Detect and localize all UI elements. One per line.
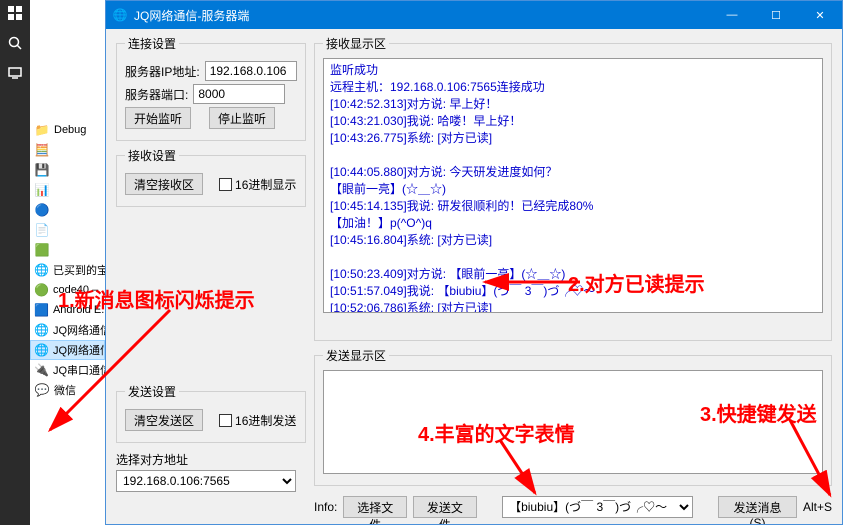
calc-icon: 🧮 [34, 142, 50, 158]
log-line: [10:42:52.313]对方说: 早上好！ [330, 96, 816, 113]
log-line: 监听成功 [330, 62, 816, 79]
windows-icon[interactable] [6, 4, 24, 22]
note-icon: 📄 [34, 222, 50, 238]
jq-net-icon-2: 🌐 [34, 342, 49, 358]
log-line [330, 249, 816, 266]
clear-send-button[interactable]: 清空发送区 [125, 409, 203, 431]
send-file-button[interactable]: 发送文件 [413, 496, 477, 518]
log-line: [10:44:05.880]对方说: 今天研发进度如何？ [330, 164, 816, 181]
target-label: 选择对方地址 [116, 451, 306, 468]
send-message-button[interactable]: 发送消息(S) [718, 496, 797, 518]
recv-display-area: 接收显示区 监听成功远程主机：192.168.0.106:7565连接成功[10… [314, 35, 832, 341]
recv-hex-checkbox[interactable]: 16进制显示 [219, 176, 296, 193]
folder-icon: 📁 [34, 122, 50, 138]
list-item-label: Android E... [53, 304, 105, 316]
send-display-area: 发送显示区 [314, 347, 832, 486]
list-item[interactable]: 🌐JQ网络通信... [30, 340, 105, 360]
list-item[interactable]: 💬微信 [30, 380, 105, 400]
log-line: [10:45:14.135]我说: 研发很顺利的！已经完成80% [330, 198, 816, 215]
wechat-icon: 💬 [34, 382, 50, 398]
list-item-label: 微信 [54, 382, 76, 398]
android-icon: 🟢 [34, 282, 49, 298]
jq-net-icon: 🌐 [34, 322, 49, 338]
hotkey-label: Alt+S [803, 500, 832, 514]
maximize-button[interactable]: ☐ [754, 1, 798, 29]
list-item-label: code40 – ... [53, 284, 105, 296]
app-icon: 🔵 [34, 202, 50, 218]
ip-label: 服务器IP地址: [125, 63, 200, 80]
taskview-icon[interactable] [6, 64, 24, 82]
port-input[interactable] [193, 84, 285, 104]
send-area-legend: 发送显示区 [323, 347, 389, 364]
log-line: 【加油！】p(^O^)q [330, 215, 816, 232]
bottom-bar: Info: 选择文件 发送文件 【biubiu】(づ￣ 3￣)づ╭♡～ 发送消息… [314, 492, 832, 524]
window-title: JQ网络通信-服务器端 [134, 7, 249, 24]
list-item[interactable]: 🟦 Android E... [30, 300, 105, 320]
log-line: 【眼前一亮】(☆＿☆) [330, 181, 816, 198]
save-icon: 💾 [34, 162, 50, 178]
info-label: Info: [314, 500, 337, 514]
list-item[interactable]: 📁 Debug [30, 120, 105, 140]
list-item-label: JQ网络通信... [53, 322, 105, 338]
log-line [330, 147, 816, 164]
log-line: [10:43:26.775]系统: [对方已读] [330, 130, 816, 147]
log-line: [10:50:23.409]对方说: 【眼前一亮】(☆＿☆) [330, 266, 816, 283]
list-item[interactable]: 🔌JQ串口通信 [30, 360, 105, 380]
list-item-label: 已买到的宝... [53, 262, 105, 278]
send-settings-legend: 发送设置 [125, 383, 179, 400]
app-icon: 🌐 [112, 7, 128, 23]
jq-serial-icon: 🔌 [34, 362, 49, 378]
search-icon[interactable] [6, 34, 24, 52]
green-app-icon: 🟩 [34, 242, 50, 258]
minimize-button[interactable]: — [710, 1, 754, 29]
choose-file-button[interactable]: 选择文件 [343, 496, 407, 518]
send-textarea[interactable] [323, 370, 823, 474]
log-line: 远程主机：192.168.0.106:7565连接成功 [330, 79, 816, 96]
list-item[interactable]: 🟢 code40 – ... [30, 280, 105, 300]
emoji-select[interactable]: 【biubiu】(づ￣ 3￣)づ╭♡～ [502, 496, 693, 518]
clear-recv-button[interactable]: 清空接收区 [125, 173, 203, 195]
recv-settings: 接收设置 清空接收区 16进制显示 [116, 147, 306, 207]
close-button[interactable]: ✕ [798, 1, 842, 29]
taskbar [0, 0, 30, 525]
chrome-icon: 🌐 [34, 262, 49, 278]
recv-log[interactable]: 监听成功远程主机：192.168.0.106:7565连接成功[10:42:52… [323, 58, 823, 313]
recv-area-legend: 接收显示区 [323, 35, 389, 52]
log-line: [10:51:57.049]我说: 【biubiu】(づ￣ 3￣)づ╭♡～ [330, 283, 816, 300]
list-item[interactable]: 📊 [30, 180, 105, 200]
start-listen-button[interactable]: 开始监听 [125, 107, 191, 129]
recv-settings-legend: 接收设置 [125, 147, 179, 164]
titlebar[interactable]: 🌐 JQ网络通信-服务器端 — ☐ ✕ [106, 1, 842, 29]
list-item[interactable]: 🟩 [30, 240, 105, 260]
target-address-select[interactable]: 192.168.0.106:7565 [116, 470, 296, 492]
android-studio-icon: 🟦 [34, 302, 49, 318]
log-line: [10:52:06.786]系统: [对方已读] [330, 300, 816, 313]
excel-icon: 📊 [34, 182, 50, 198]
ip-input[interactable] [205, 61, 297, 81]
list-item[interactable]: 🧮 [30, 140, 105, 160]
app-window: 🌐 JQ网络通信-服务器端 — ☐ ✕ 连接设置 服务器IP地址: 服务器端口:… [105, 0, 843, 525]
send-hex-checkbox[interactable]: 16进制发送 [219, 412, 296, 429]
port-label: 服务器端口: [125, 86, 188, 103]
stop-listen-button[interactable]: 停止监听 [209, 107, 275, 129]
list-item[interactable]: 🔵 [30, 200, 105, 220]
list-item-label: JQ串口通信 [53, 362, 105, 378]
window-controls: — ☐ ✕ [710, 1, 842, 29]
list-item-label: JQ网络通信... [53, 342, 105, 358]
list-item[interactable]: 📄 [30, 220, 105, 240]
conn-legend: 连接设置 [125, 35, 179, 52]
connection-settings: 连接设置 服务器IP地址: 服务器端口: 开始监听 停止监听 [116, 35, 306, 141]
list-item[interactable]: 💾 [30, 160, 105, 180]
running-apps-list: 📁Debug🧮💾📊🔵📄🟩🌐已买到的宝...🟢code40 – ...🟦Andro… [30, 0, 105, 525]
list-item-label: Debug [54, 124, 86, 136]
log-line: [10:45:16.804]系统: [对方已读] [330, 232, 816, 249]
list-item[interactable]: 🌐JQ网络通信... [30, 320, 105, 340]
send-settings: 发送设置 清空发送区 16进制发送 [116, 383, 306, 443]
list-item[interactable]: 🌐已买到的宝... [30, 260, 105, 280]
log-line: [10:43:21.030]我说: 哈喽！早上好！ [330, 113, 816, 130]
